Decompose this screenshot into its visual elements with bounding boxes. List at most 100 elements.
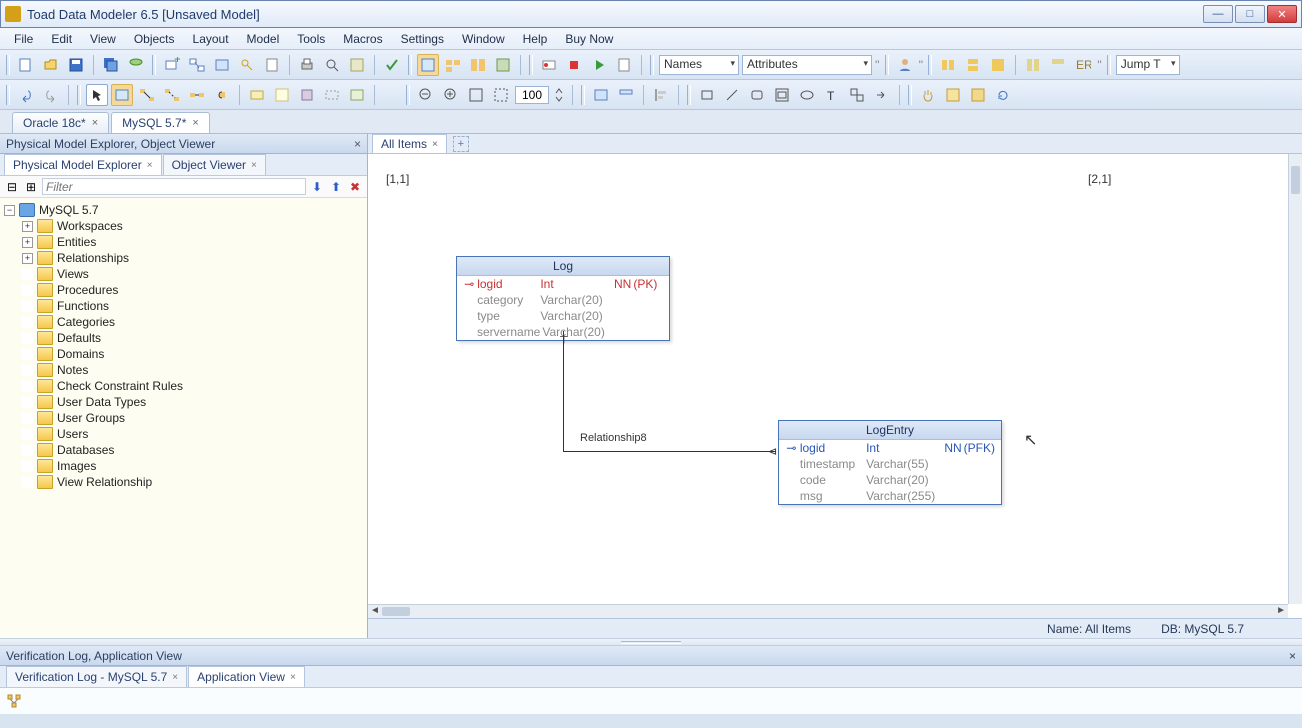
stop-icon[interactable]: [563, 54, 585, 76]
entity-log[interactable]: Log ⊸logidIntNN(PK)categoryVarchar(20)ty…: [456, 256, 670, 341]
shape-group-icon[interactable]: [846, 84, 868, 106]
tree-node-domains[interactable]: Domains: [2, 346, 365, 362]
redo-icon[interactable]: [40, 84, 62, 106]
category-tool-icon[interactable]: [321, 84, 343, 106]
zoom-region-icon[interactable]: [490, 84, 512, 106]
menu-macros[interactable]: Macros: [335, 30, 390, 48]
tree-node-check-constraint-rules[interactable]: Check Constraint Rules: [2, 378, 365, 394]
menu-model[interactable]: Model: [239, 30, 288, 48]
entity-tool-icon[interactable]: [111, 84, 133, 106]
tree-node-procedures[interactable]: Procedures: [2, 282, 365, 298]
compare-icon[interactable]: [467, 54, 489, 76]
entity-row-timestamp[interactable]: timestampVarchar(55): [779, 456, 1001, 472]
shape-rect-icon[interactable]: [696, 84, 718, 106]
display-attributes-dropdown[interactable]: Attributes: [742, 55, 872, 75]
shape-roundrect-icon[interactable]: [746, 84, 768, 106]
tree-node-user-groups[interactable]: User Groups: [2, 410, 365, 426]
vertical-scrollbar[interactable]: [1288, 154, 1302, 604]
align-left-icon[interactable]: [650, 84, 672, 106]
zoom-fit-icon[interactable]: [465, 84, 487, 106]
close-icon[interactable]: ×: [192, 117, 198, 129]
jump-to-dropdown[interactable]: Jump T: [1116, 55, 1180, 75]
relationship-label[interactable]: Relationship8: [580, 432, 647, 444]
model-tab-oracle-18c-[interactable]: Oracle 18c*×: [12, 112, 109, 133]
close-button[interactable]: ✕: [1267, 5, 1297, 23]
relationship-line-v[interactable]: [563, 331, 564, 451]
left-tab-physical-model-explorer[interactable]: Physical Model Explorer×: [4, 154, 162, 175]
save-icon[interactable]: [65, 54, 87, 76]
layout-icon1[interactable]: [1022, 54, 1044, 76]
gallery-icon[interactable]: [442, 54, 464, 76]
rel-mn-icon[interactable]: [186, 84, 208, 106]
bottom-tab-application-view[interactable]: Application View×: [188, 666, 305, 687]
tree-sort-icon[interactable]: ⊞: [23, 179, 39, 195]
expand-icon[interactable]: +: [22, 237, 33, 248]
tree-node-workspaces[interactable]: +Workspaces: [2, 218, 365, 234]
tree-node-entities[interactable]: +Entities: [2, 234, 365, 250]
menu-tools[interactable]: Tools: [289, 30, 333, 48]
filter-input[interactable]: [42, 178, 306, 195]
filter-clear-icon[interactable]: ✖: [347, 179, 363, 195]
workspace-icon[interactable]: [417, 54, 439, 76]
note-tool-icon[interactable]: [271, 84, 293, 106]
pan-icon[interactable]: [917, 84, 939, 106]
layout-icon2[interactable]: [1047, 54, 1069, 76]
shape-ellipse-icon[interactable]: [796, 84, 818, 106]
new-workspace-tab[interactable]: +: [453, 136, 469, 152]
layout-icon3[interactable]: ERP: [1072, 54, 1094, 76]
model-tab-mysql-5-7-[interactable]: MySQL 5.7*×: [111, 112, 210, 133]
overview-icon[interactable]: [942, 84, 964, 106]
play-icon[interactable]: [588, 54, 610, 76]
menu-view[interactable]: View: [82, 30, 124, 48]
tree-node-relationships[interactable]: +Relationships: [2, 250, 365, 266]
shape-container-icon[interactable]: [771, 84, 793, 106]
tree-node-defaults[interactable]: Defaults: [2, 330, 365, 346]
generate-sql-icon[interactable]: [346, 54, 368, 76]
align-icon3[interactable]: [987, 54, 1009, 76]
verify-icon[interactable]: [381, 54, 403, 76]
tree-node-users[interactable]: Users: [2, 426, 365, 442]
tree-node-views[interactable]: Views: [2, 266, 365, 282]
user-icon[interactable]: [894, 54, 916, 76]
menu-help[interactable]: Help: [515, 30, 556, 48]
filter-up-icon[interactable]: ⬆: [328, 179, 344, 195]
entity-row-logid[interactable]: ⊸logidIntNN(PK): [457, 276, 669, 292]
loupe-icon[interactable]: [967, 84, 989, 106]
bottom-tab-verification-log-mysql-5-7[interactable]: Verification Log - MySQL 5.7×: [6, 666, 187, 687]
stamp-tool-icon[interactable]: [296, 84, 318, 106]
display-mode2-icon[interactable]: [615, 84, 637, 106]
view-tool-icon[interactable]: [246, 84, 268, 106]
entity-row-code[interactable]: codeVarchar(20): [779, 472, 1001, 488]
close-icon[interactable]: ×: [172, 672, 178, 683]
horizontal-scrollbar[interactable]: ◄ ►: [368, 604, 1288, 618]
maximize-button[interactable]: □: [1235, 5, 1265, 23]
tree-node-images[interactable]: Images: [2, 458, 365, 474]
canvas-tab-all-items[interactable]: All Items×: [372, 134, 447, 153]
merge-icon[interactable]: [492, 54, 514, 76]
open-icon[interactable]: [40, 54, 62, 76]
tree-node-notes[interactable]: Notes: [2, 362, 365, 378]
add-index-icon[interactable]: [261, 54, 283, 76]
vertical-splitter[interactable]: [0, 638, 1302, 646]
toolbar-grip[interactable]: [6, 55, 10, 75]
rel-self-icon[interactable]: [211, 84, 233, 106]
app-view-tree-icon[interactable]: [6, 693, 22, 709]
rel-identifying-icon[interactable]: [136, 84, 158, 106]
shape-arrow-icon[interactable]: [871, 84, 893, 106]
close-icon[interactable]: ×: [92, 117, 98, 129]
display-names-dropdown[interactable]: Names: [659, 55, 739, 75]
print-icon[interactable]: [296, 54, 318, 76]
zoom-updown-icon[interactable]: [552, 84, 566, 106]
new-model-icon[interactable]: [15, 54, 37, 76]
shape-text-icon[interactable]: T: [821, 84, 843, 106]
expand-icon[interactable]: −: [4, 205, 15, 216]
bottom-panel-close-icon[interactable]: ×: [1289, 649, 1296, 663]
menu-objects[interactable]: Objects: [126, 30, 183, 48]
save-all-icon[interactable]: [100, 54, 122, 76]
expand-icon[interactable]: +: [22, 253, 33, 264]
entity-row-category[interactable]: categoryVarchar(20): [457, 292, 669, 308]
undo-icon[interactable]: [15, 84, 37, 106]
close-icon[interactable]: ×: [147, 160, 153, 171]
add-entity-icon[interactable]: +: [161, 54, 183, 76]
rel-nonidentifying-icon[interactable]: [161, 84, 183, 106]
